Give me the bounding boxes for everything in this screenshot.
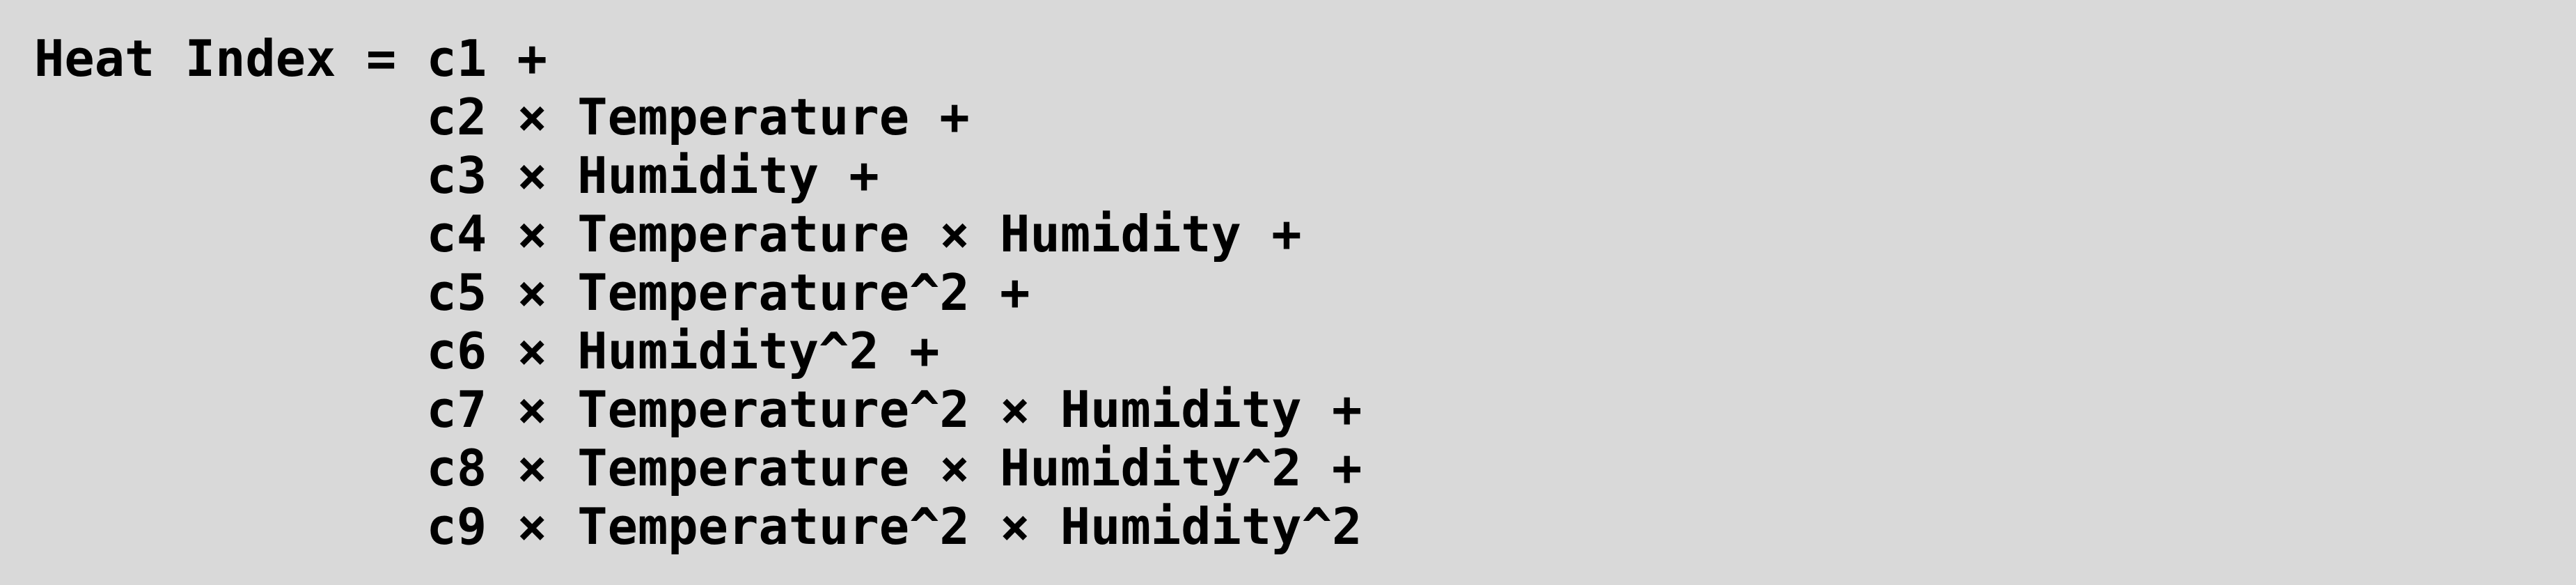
formula-line-9: c9 × Temperature^2 × Humidity^2 [34, 497, 1362, 556]
formula-line-5: c5 × Temperature^2 + [34, 263, 1030, 322]
formula-line-6: c6 × Humidity^2 + [34, 322, 940, 380]
formula-line-7: c7 × Temperature^2 × Humidity + [34, 380, 1362, 439]
formula-line-3: c3 × Humidity + [34, 146, 879, 205]
formula-line-4: c4 × Temperature × Humidity + [34, 205, 1302, 263]
formula-line-1: Heat Index = c1 + [34, 29, 547, 88]
formula-line-2: c2 × Temperature + [34, 88, 970, 146]
formula-line-8: c8 × Temperature × Humidity^2 + [34, 439, 1362, 497]
heat-index-formula: Heat Index = c1 + c2 × Temperature + c3 … [34, 29, 1362, 556]
